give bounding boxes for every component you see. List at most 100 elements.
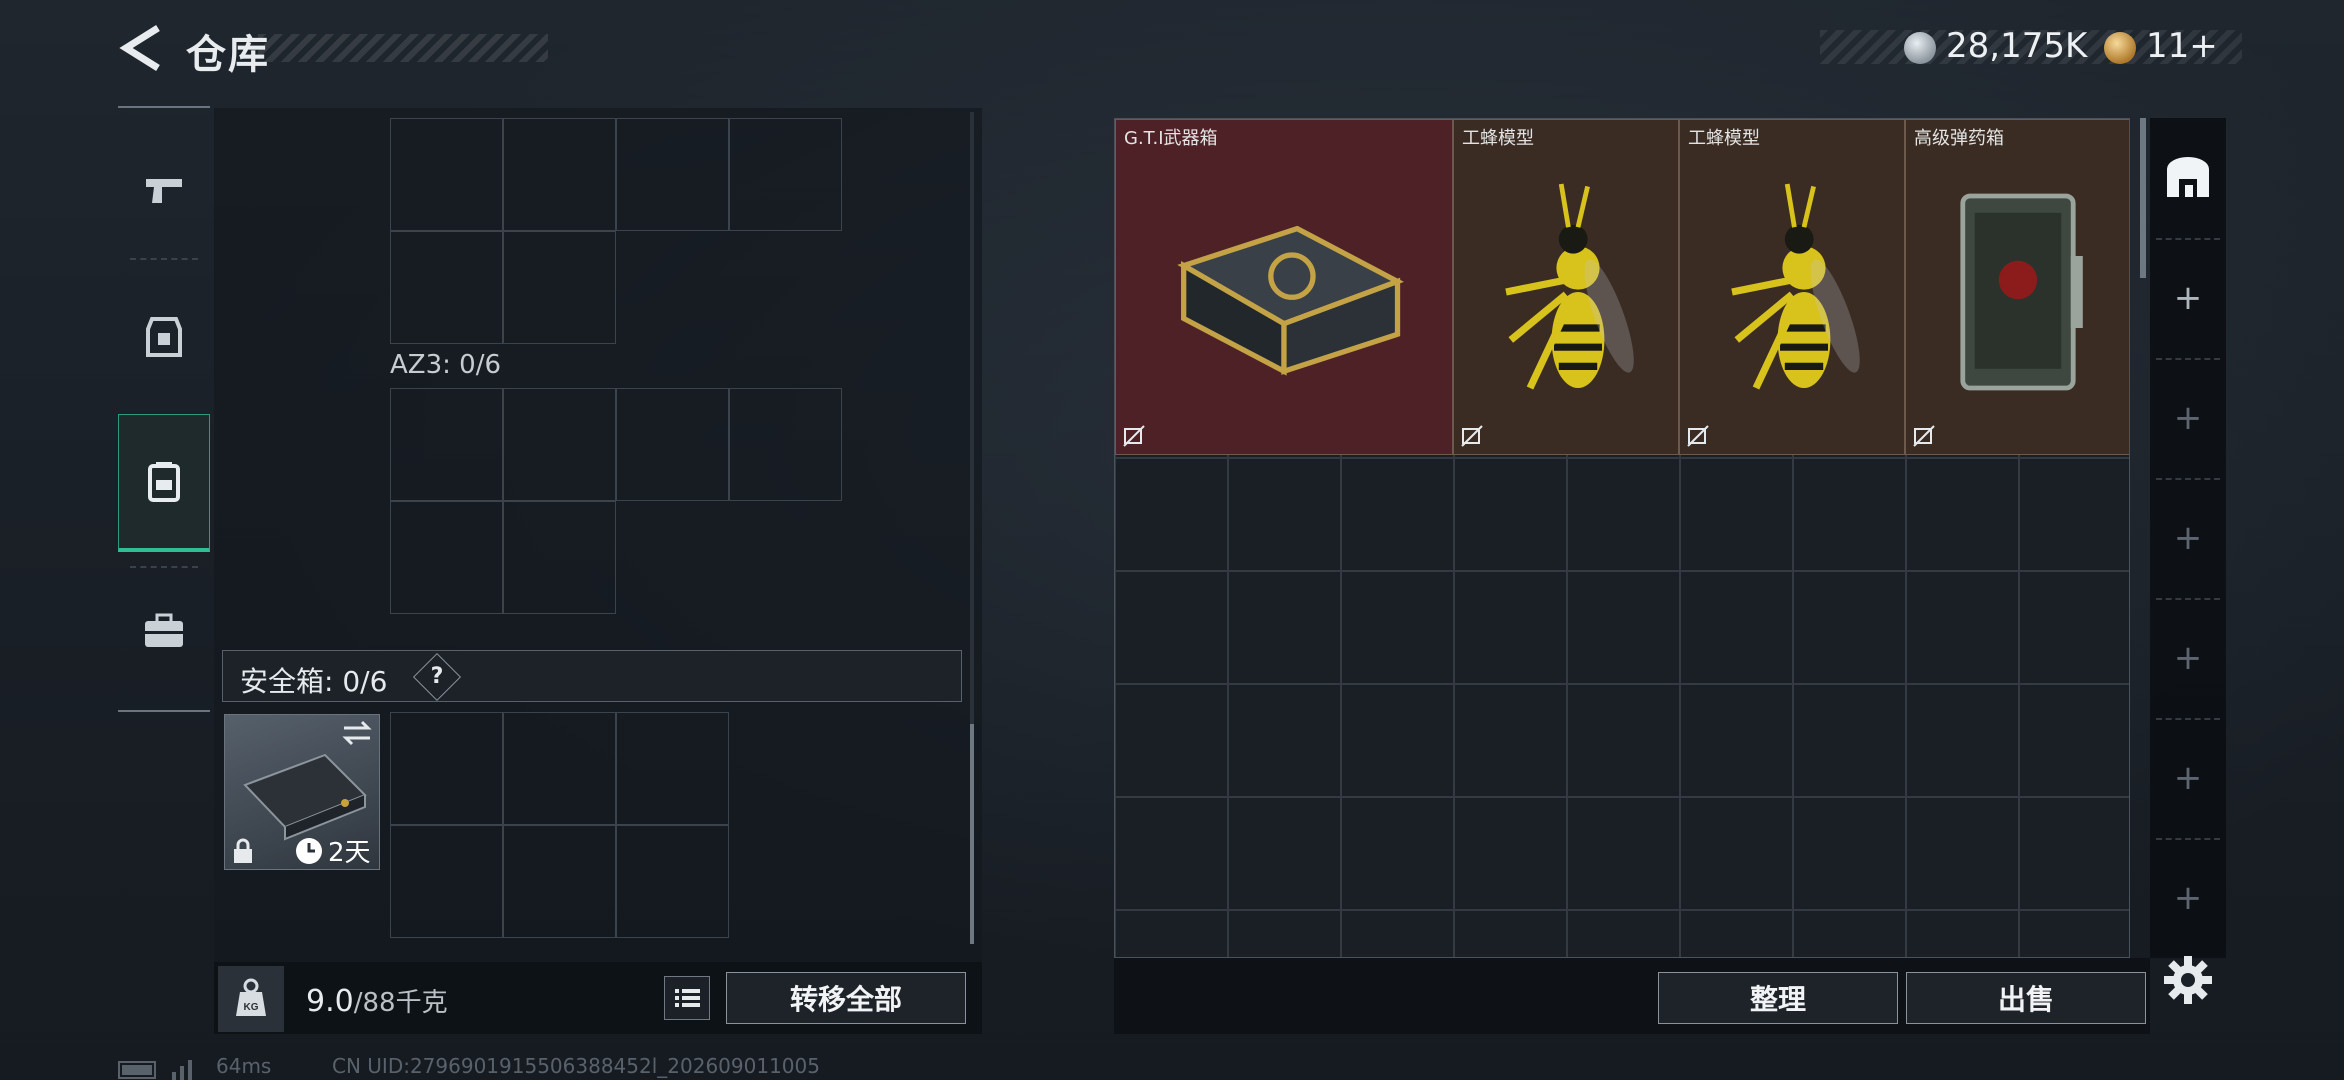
storage-cell[interactable] <box>1567 684 1680 797</box>
wasp-model-icon <box>1690 160 1894 424</box>
storage-home-icon <box>2167 157 2209 197</box>
tab-armor[interactable] <box>118 272 210 402</box>
backpack-icon <box>148 461 180 502</box>
storage-cell[interactable] <box>1793 797 1906 910</box>
weapon-crate-icon <box>1126 160 1442 424</box>
back-arrow-icon[interactable] <box>118 24 162 72</box>
storage-cell[interactable] <box>1906 458 2019 571</box>
storage-cell[interactable] <box>1680 458 1793 571</box>
left-scrollbar-thumb[interactable] <box>970 724 974 944</box>
storage-cell[interactable] <box>2019 684 2129 797</box>
storage-cell[interactable] <box>1341 684 1454 797</box>
storage-cell[interactable] <box>1793 684 1906 797</box>
storage-cell[interactable] <box>1115 910 1228 957</box>
storage-cell[interactable] <box>1906 684 2019 797</box>
storage-cell[interactable] <box>1567 910 1680 957</box>
storage-cell[interactable] <box>1228 684 1341 797</box>
storage-cell[interactable] <box>1454 571 1567 684</box>
storage-cell[interactable] <box>1115 797 1228 910</box>
storage-cell[interactable] <box>1228 571 1341 684</box>
untradeable-icon <box>1912 424 1936 448</box>
storage-item[interactable]: 高级弹药箱 <box>1905 119 2129 455</box>
storage-cell[interactable] <box>1228 910 1341 957</box>
tab-case[interactable] <box>118 566 210 696</box>
storage-cell[interactable] <box>2019 797 2129 910</box>
sort-button[interactable]: 整理 <box>1658 972 1898 1024</box>
storage-item-name: 高级弹药箱 <box>1914 128 2004 149</box>
storage-cell[interactable] <box>1680 571 1793 684</box>
storage-cell[interactable] <box>1341 910 1454 957</box>
storage-page-1[interactable] <box>2150 118 2226 238</box>
storage-cell[interactable] <box>2019 910 2129 957</box>
storage-cell[interactable] <box>1567 797 1680 910</box>
storage-cell[interactable] <box>1680 910 1793 957</box>
untradeable-icon <box>1122 424 1146 448</box>
safe-box-label: 安全箱: 0/6 <box>240 665 388 698</box>
help-icon: ? <box>430 664 444 689</box>
signal-icon <box>172 1060 192 1080</box>
gold-currency-value[interactable]: 11+ <box>2146 26 2218 66</box>
locked-storage-slot[interactable]: + <box>2150 358 2226 478</box>
storage-cell[interactable] <box>1793 458 1906 571</box>
storage-item[interactable]: 工蜂模型 <box>1679 119 1905 455</box>
add-storage-page-button[interactable]: + <box>2150 238 2226 358</box>
silver-currency-value: 28,175K <box>1946 26 2088 66</box>
settings-gear-icon[interactable] <box>2162 954 2214 1006</box>
storage-cell[interactable] <box>1906 571 2019 684</box>
gold-coin-icon <box>2104 32 2136 64</box>
storage-cell[interactable] <box>1454 458 1567 571</box>
storage-item[interactable]: 工蜂模型 <box>1453 119 1679 455</box>
storage-cell[interactable] <box>1341 571 1454 684</box>
rail-divider <box>130 258 198 260</box>
locked-storage-slot[interactable]: + <box>2150 478 2226 598</box>
storage-cell[interactable] <box>1341 458 1454 571</box>
locked-storage-slot[interactable]: + <box>2150 838 2226 958</box>
storage-cell[interactable] <box>1906 797 2019 910</box>
storage-cell[interactable] <box>1115 684 1228 797</box>
title-decoration <box>258 34 548 62</box>
storage-cell[interactable] <box>1454 797 1567 910</box>
rig-grid-upper[interactable] <box>390 118 842 344</box>
storage-item-name: G.T.I武器箱 <box>1124 128 1218 149</box>
weight-max: /88千克 <box>353 988 448 1018</box>
storage-cell[interactable] <box>1228 797 1341 910</box>
storage-cell[interactable] <box>1228 458 1341 571</box>
locked-storage-slot[interactable]: + <box>2150 598 2226 718</box>
storage-cell[interactable] <box>1680 684 1793 797</box>
swap-icon[interactable] <box>340 718 374 748</box>
wasp-model-icon <box>1464 160 1668 424</box>
locked-storage-slot[interactable]: + <box>2150 718 2226 838</box>
safe-box-grid[interactable] <box>390 712 730 938</box>
sell-button[interactable]: 出售 <box>1906 972 2146 1024</box>
tab-weapons[interactable] <box>118 126 210 256</box>
storage-cell[interactable] <box>1906 910 2019 957</box>
storage-cell[interactable] <box>2019 571 2129 684</box>
storage-cell[interactable] <box>1115 571 1228 684</box>
storage-cell[interactable] <box>1454 910 1567 957</box>
weight-icon: KG <box>236 978 266 1016</box>
svg-text:KG: KG <box>244 1002 259 1013</box>
ammo-box-icon <box>1916 160 2120 424</box>
storage-grid[interactable]: G.T.I武器箱 工蜂模型 工蜂模型 高级弹药箱 <box>1114 118 2130 958</box>
armor-icon <box>146 317 182 357</box>
storage-cell[interactable] <box>1567 571 1680 684</box>
storage-cell[interactable] <box>1115 458 1228 571</box>
storage-cell[interactable] <box>1341 797 1454 910</box>
storage-cell[interactable] <box>2019 458 2129 571</box>
storage-cell[interactable] <box>1793 571 1906 684</box>
storage-item[interactable]: G.T.I武器箱 <box>1115 119 1453 455</box>
storage-cell[interactable] <box>1793 910 1906 957</box>
list-icon <box>675 989 700 1007</box>
tab-backpack[interactable] <box>118 414 210 552</box>
storage-scrollbar-thumb[interactable] <box>2140 118 2146 278</box>
untradeable-icon <box>1686 424 1710 448</box>
weight-lock-button[interactable]: KG <box>218 966 284 1032</box>
transfer-all-button[interactable]: 转移全部 <box>726 972 966 1024</box>
storage-cell[interactable] <box>1680 797 1793 910</box>
storage-cell[interactable] <box>1567 458 1680 571</box>
list-view-button[interactable] <box>664 976 710 1020</box>
az3-capacity-label: AZ3: 0/6 <box>390 350 502 380</box>
storage-cell[interactable] <box>1454 684 1567 797</box>
storage-item-name: 工蜂模型 <box>1688 128 1760 149</box>
az3-grid[interactable] <box>390 388 842 614</box>
